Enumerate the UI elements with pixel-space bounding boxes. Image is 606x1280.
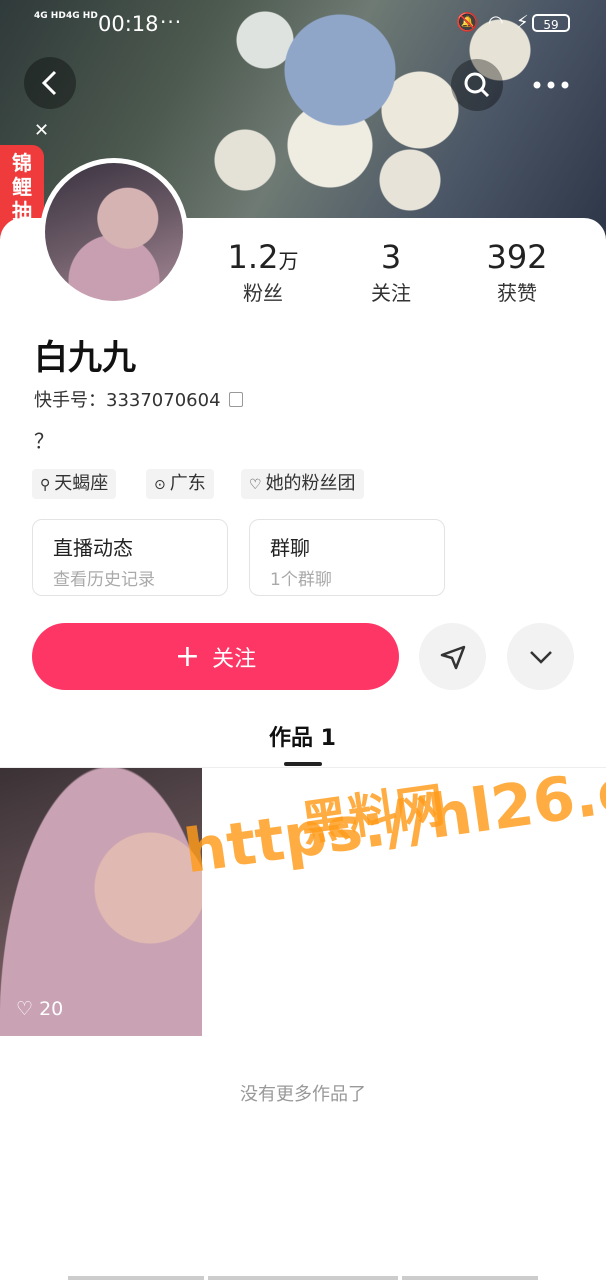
wifi-icon: ◠	[488, 12, 504, 33]
avatar[interactable]	[40, 158, 188, 306]
stat-likes[interactable]: 392 获赞	[462, 238, 572, 306]
stat-unit: 万	[278, 249, 299, 273]
stat-fans[interactable]: 1.2万 粉丝	[208, 238, 318, 306]
tab-works[interactable]: 作品 1	[269, 720, 336, 752]
more-options-button[interactable]	[507, 623, 574, 690]
user-id-label: 快手号：	[34, 390, 106, 411]
stat-following[interactable]: 3 关注	[336, 238, 446, 306]
search-button[interactable]	[451, 59, 503, 111]
tag-label: 她的粉丝团	[265, 473, 356, 494]
stat-value: 3	[380, 238, 402, 276]
tag-location[interactable]: ⊙ 广东	[146, 469, 214, 499]
profile-name: 白九九	[34, 338, 136, 378]
send-icon	[440, 645, 465, 669]
more-button[interactable]	[525, 59, 577, 111]
close-promo-icon[interactable]: ✕	[34, 120, 49, 141]
user-id-row[interactable]: 快手号：3337070604	[34, 386, 243, 412]
group-chat-card[interactable]: 群聊 1个群聊	[249, 519, 445, 596]
chevron-left-icon	[41, 70, 57, 96]
work-thumbnail[interactable]	[0, 768, 202, 1036]
heart-icon: ♡	[16, 998, 34, 1020]
nav-bar-segment	[68, 1276, 204, 1280]
user-id-value: 3337070604	[106, 390, 221, 411]
heart-icon: ♡	[249, 477, 262, 493]
stat-label: 获赞	[497, 281, 537, 305]
stat-value: 392	[486, 238, 548, 276]
entry-title: 直播动态	[53, 536, 133, 560]
location-pin-icon: ⊙	[154, 477, 166, 493]
entry-subtitle: 查看历史记录	[53, 570, 155, 590]
mute-bell-icon: 🔕	[456, 12, 479, 33]
chevron-down-icon	[529, 650, 552, 664]
no-more-works: 没有更多作品了	[240, 1084, 366, 1105]
battery-icon: 59	[532, 14, 570, 32]
signal-icon: 4G HD	[34, 11, 66, 21]
tag-label: 广东	[169, 473, 206, 494]
copy-icon[interactable]	[228, 392, 243, 407]
profile-bio: ？	[34, 429, 54, 453]
status-bar: 4G HD 4G HD 00:18 ··· 🔕 ◠ ⚡ 59	[0, 0, 606, 48]
work-likes: ♡ 20	[16, 998, 63, 1020]
plus-icon: +	[174, 638, 201, 674]
more-icon	[533, 81, 569, 89]
tab-indicator	[284, 762, 322, 766]
signal-icon: 4G HD	[66, 11, 98, 21]
status-time: 00:18	[98, 12, 159, 36]
nav-bar-segment	[402, 1276, 538, 1280]
tag-label: 天蝎座	[54, 473, 109, 494]
stat-label: 粉丝	[243, 281, 283, 305]
live-history-card[interactable]: 直播动态 查看历史记录	[32, 519, 228, 596]
search-icon: ⚲	[40, 477, 51, 493]
charging-icon: ⚡	[516, 12, 529, 33]
back-button[interactable]	[24, 57, 76, 109]
message-button[interactable]	[419, 623, 486, 690]
like-count: 20	[39, 998, 64, 1020]
search-icon	[464, 72, 490, 98]
nav-bar-segment	[208, 1276, 398, 1280]
follow-label: 关注	[212, 646, 257, 672]
status-dots: ···	[160, 10, 183, 34]
entry-subtitle: 1个群聊	[270, 570, 332, 590]
stat-label: 关注	[371, 281, 411, 305]
follow-button[interactable]: + 关注	[32, 623, 399, 690]
tag-zodiac[interactable]: ⚲ 天蝎座	[32, 469, 117, 499]
entry-title: 群聊	[270, 536, 310, 560]
tag-fan-club[interactable]: ♡ 她的粉丝团	[241, 469, 364, 499]
stat-value: 1.2	[227, 238, 279, 276]
